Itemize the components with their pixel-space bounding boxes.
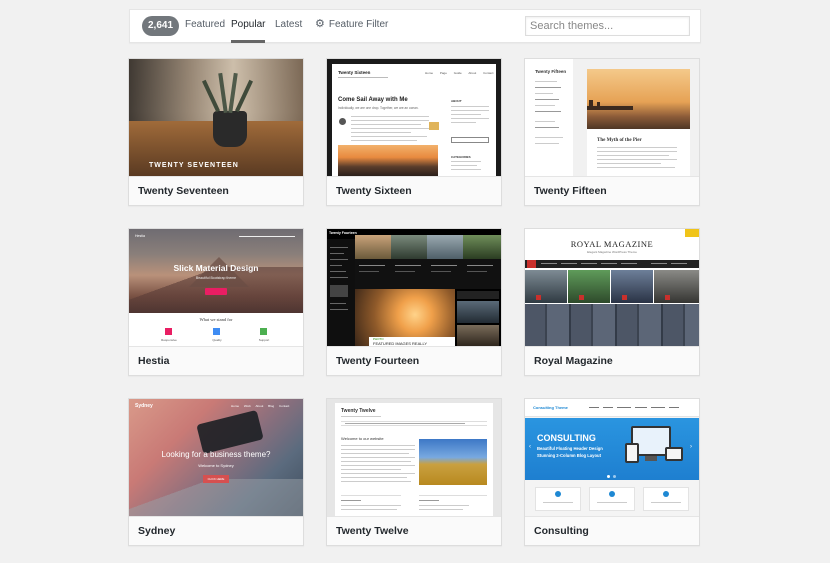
preview-hero-title: TWENTY SEVENTEEN: [149, 162, 239, 169]
tab-latest[interactable]: Latest: [275, 10, 302, 43]
theme-screenshot[interactable]: TWENTY SEVENTEEN: [129, 59, 303, 176]
theme-name: Royal Magazine: [525, 346, 699, 375]
theme-name: Consulting: [525, 516, 699, 545]
theme-name: Hestia: [129, 346, 303, 375]
preview-tagline: Elegant Magazine WordPress Theme: [587, 250, 637, 254]
chevron-left-icon: ‹: [529, 444, 531, 450]
theme-screenshot[interactable]: Twenty Sixteen Home Page Guide About Con…: [327, 59, 501, 176]
preview-nav: Home Work About Blog Contact: [231, 404, 290, 408]
preview-post-title: The Myth of the Pier: [597, 138, 642, 143]
theme-card-royal-magazine[interactable]: ROYAL MAGAZINE Elegant Magazine WordPres…: [524, 228, 700, 376]
feature-label: Support: [258, 338, 270, 342]
theme-screenshot[interactable]: Twenty Twelve Welcome to our website: [327, 399, 501, 516]
tab-featured[interactable]: Featured: [185, 10, 225, 43]
tab-popular[interactable]: Popular: [231, 10, 266, 43]
theme-card-twenty-twelve[interactable]: Twenty Twelve Welcome to our website Twe…: [326, 398, 502, 546]
feature-label: Responsive: [161, 338, 177, 342]
theme-screenshot[interactable]: Hestia Slick Material Design Beautiful B…: [129, 229, 303, 346]
theme-name: Twenty Twelve: [327, 516, 501, 545]
theme-screenshot[interactable]: Twenty Fifteen The Myth of the Pier: [525, 59, 699, 176]
theme-count-badge: 2,641: [142, 16, 180, 36]
preview-site-title: ROYAL MAGAZINE: [570, 239, 654, 249]
theme-filter-bar: 2,641 Featured Popular Latest ⚙ Feature F…: [129, 9, 701, 43]
preview-hero-subtitle: Beautiful Bootstrap theme: [195, 276, 237, 280]
theme-card-consulting[interactable]: Consulting Theme CONSULTING Beautiful Fl…: [524, 398, 700, 546]
preview-section-title: What we stand for: [199, 317, 233, 322]
preview-widget-categories: CATEGORIES: [451, 155, 471, 159]
feature-label: Quality: [212, 338, 222, 342]
theme-card-twenty-sixteen[interactable]: Twenty Sixteen Home Page Guide About Con…: [326, 58, 502, 206]
preview-hero-line2: Stunning 2-Column Blog Layout: [537, 453, 601, 458]
tab-feature-filter[interactable]: ⚙ Feature Filter: [315, 10, 388, 43]
theme-name: Twenty Fourteen: [327, 346, 501, 375]
preview-hero-subtitle: Welcome to Sydney: [198, 463, 234, 468]
feature-icon: [165, 328, 172, 335]
search-themes-input[interactable]: [525, 16, 690, 36]
theme-screenshot[interactable]: Consulting Theme CONSULTING Beautiful Fl…: [525, 399, 699, 516]
theme-card-twenty-fifteen[interactable]: Twenty Fifteen The Myth of the Pier Twen…: [524, 58, 700, 206]
theme-name: Twenty Seventeen: [129, 176, 303, 205]
preview-hero-title: CONSULTING: [537, 433, 596, 443]
preview-post-title: Come Sail Away with Me: [338, 97, 408, 103]
theme-screenshot[interactable]: ROYAL MAGAZINE Elegant Magazine WordPres…: [525, 229, 699, 346]
preview-site-title: Twenty Twelve: [341, 408, 376, 414]
feature-icon: [260, 328, 267, 335]
preview-post-title: Welcome to our website: [341, 436, 384, 441]
preview-hero-line1: Beautiful Floating Header Design: [537, 446, 603, 451]
theme-name: Twenty Sixteen: [327, 176, 501, 205]
preview-site-title: Twenty Sixteen: [338, 70, 371, 75]
theme-card-hestia[interactable]: Hestia Slick Material Design Beautiful B…: [128, 228, 304, 376]
chevron-right-icon: ›: [690, 444, 692, 450]
preview-nav: Home Page Guide About Contact: [425, 71, 494, 75]
preview-site-title: Twenty Fifteen: [535, 69, 567, 74]
theme-card-twenty-fourteen[interactable]: Twenty Fourteen PHOTO FEATURED IMAGES RE…: [326, 228, 502, 376]
preview-hero-title: Slick Material Design: [173, 263, 259, 273]
theme-name: Sydney: [129, 516, 303, 545]
preview-button: CLICK HERE: [203, 475, 229, 483]
preview-brand: Consulting Theme: [533, 405, 568, 410]
theme-card-twenty-seventeen[interactable]: TWENTY SEVENTEEN Twenty Seventeen: [128, 58, 304, 206]
gear-icon: ⚙: [315, 18, 325, 30]
preview-subtitle: Individually, we are one drop. Together,…: [338, 106, 419, 110]
preview-widget-about: ABOUT: [451, 99, 462, 103]
preview-brand: Sydney: [135, 403, 153, 409]
theme-name: Twenty Fifteen: [525, 176, 699, 205]
theme-screenshot[interactable]: Sydney Home Work About Blog Contact Look…: [129, 399, 303, 516]
feature-filter-label: Feature Filter: [328, 19, 389, 30]
preview-brand: Hestia: [135, 234, 145, 238]
theme-card-sydney[interactable]: Sydney Home Work About Blog Contact Look…: [128, 398, 304, 546]
feature-icon: [213, 328, 220, 335]
theme-screenshot[interactable]: Twenty Fourteen PHOTO FEATURED IMAGES RE…: [327, 229, 501, 346]
preview-hero-title: Looking for a business theme?: [161, 450, 271, 459]
